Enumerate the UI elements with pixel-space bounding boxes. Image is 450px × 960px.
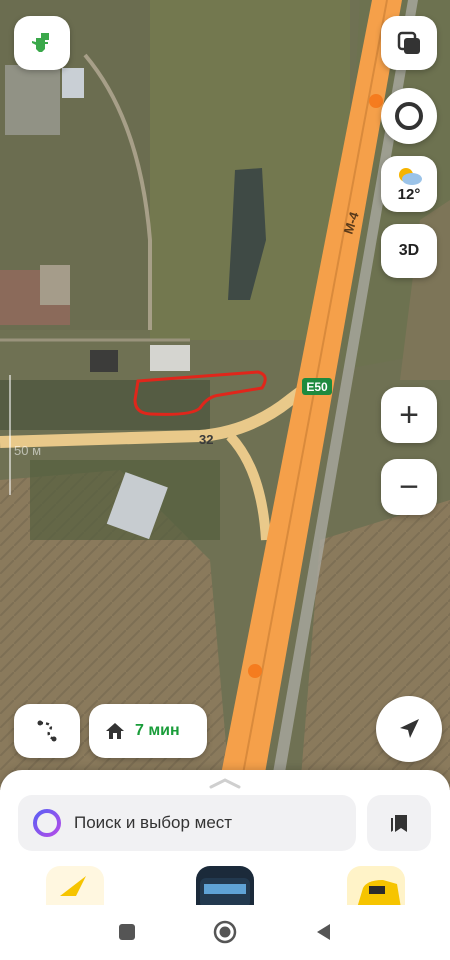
route-icon [37,720,57,742]
locate-me-button[interactable] [376,696,442,762]
bus-icon [200,878,250,908]
weather-widget[interactable]: 12° [381,156,437,212]
bookmarks-button[interactable] [367,795,431,851]
sheet-handle-chevron-icon [209,778,241,789]
mode-3d-label: 3D [398,242,420,259]
mode-3d-button[interactable]: 3D [381,224,437,278]
zoom-out-icon: − [399,467,419,506]
alice-ring-icon [395,102,423,130]
navigator-arrow-icon [60,876,86,896]
dino-game-button[interactable] [14,16,70,70]
layers-button[interactable] [381,16,437,70]
bookmarks-icon [391,815,407,832]
shortcut-taxi[interactable] [347,866,405,908]
layers-icon [397,31,420,54]
recents-icon[interactable] [118,923,136,941]
zoom-in-button[interactable]: + [381,387,437,443]
home-icon [106,723,124,739]
fuel-poi-icon [369,94,383,108]
home-nav-icon[interactable] [213,920,237,944]
dino-icon [32,33,49,52]
e50-label: E50 [306,380,328,394]
route-button[interactable] [14,704,80,758]
location-arrow-icon [400,719,419,738]
zoom-in-icon: + [399,395,419,434]
alice-search-icon [33,809,61,837]
zoom-out-button[interactable]: − [381,459,437,515]
home-eta: 7 мин [135,722,180,739]
shortcut-navigator[interactable] [46,866,104,908]
fuel-poi-icon-2 [248,664,262,678]
scale-label: 50 м [14,443,42,458]
weather-temperature: 12° [397,185,421,203]
alice-button[interactable] [381,88,437,144]
home-eta-button[interactable]: 7 мин [89,704,207,758]
taxi-icon [357,880,401,908]
shortcut-transport[interactable] [196,866,254,908]
search-placeholder: Поиск и выбор мест [74,813,233,832]
road-32-label: 32 [199,432,213,447]
weather-icon [399,167,422,185]
back-icon[interactable] [314,922,334,942]
search-field[interactable]: Поиск и выбор мест [18,795,356,851]
